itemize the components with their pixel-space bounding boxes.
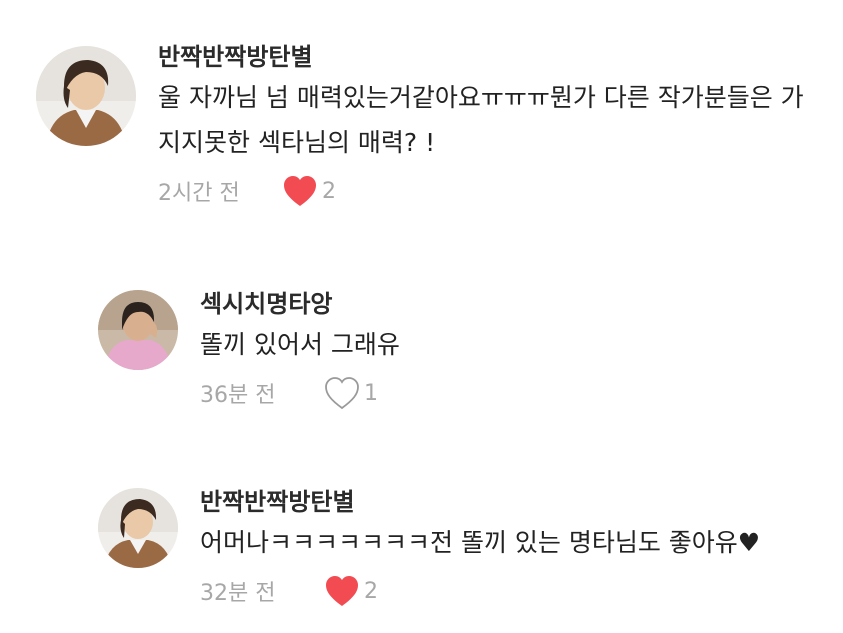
avatar[interactable] xyxy=(98,488,178,568)
avatar-image xyxy=(98,290,178,370)
like-button[interactable]: 2 xyxy=(281,173,336,209)
comment-meta: 32분 전 2 xyxy=(200,571,840,611)
comment-text: 울 자까님 넘 매력있는거같아요ㅠㅠㅠ뭔가 다른 작가분들은 가지지못한 섹타님… xyxy=(158,83,804,157)
comment-username[interactable]: 반짝반짝방탄별 xyxy=(158,40,818,74)
like-button[interactable]: 2 xyxy=(323,573,378,609)
like-count: 2 xyxy=(322,178,336,204)
comment-time: 36분 전 xyxy=(200,383,276,408)
comment-text: 어머나ㅋㅋㅋㅋㅋㅋㅋ전 똘끼 있는 명타님도 좋아유♥ xyxy=(200,528,761,557)
comment-username[interactable]: 반짝반짝방탄별 xyxy=(200,485,840,519)
comment-meta: 36분 전 1 xyxy=(200,373,840,413)
comment-time: 32분 전 xyxy=(200,581,276,606)
comment-thread: 반짝반짝방탄별 울 자까님 넘 매력있는거같아요ㅠㅠㅠ뭔가 다른 작가분들은 가… xyxy=(0,0,843,633)
heart-outline-icon xyxy=(325,377,359,410)
avatar[interactable] xyxy=(98,290,178,370)
comment-username[interactable]: 섹시치명타앙 xyxy=(200,287,840,321)
avatar[interactable] xyxy=(36,46,136,146)
comment-text: 똘끼 있어서 그래유 xyxy=(200,330,400,359)
comment-meta: 2시간 전 2 xyxy=(158,171,818,211)
comment-time: 2시간 전 xyxy=(158,181,240,206)
like-button[interactable]: 1 xyxy=(323,375,378,411)
avatar-image xyxy=(98,488,178,568)
like-count: 1 xyxy=(364,380,378,406)
heart-filled-icon xyxy=(326,576,358,606)
avatar-image xyxy=(36,46,136,146)
heart-filled-icon xyxy=(284,176,316,206)
like-count: 2 xyxy=(364,578,378,604)
